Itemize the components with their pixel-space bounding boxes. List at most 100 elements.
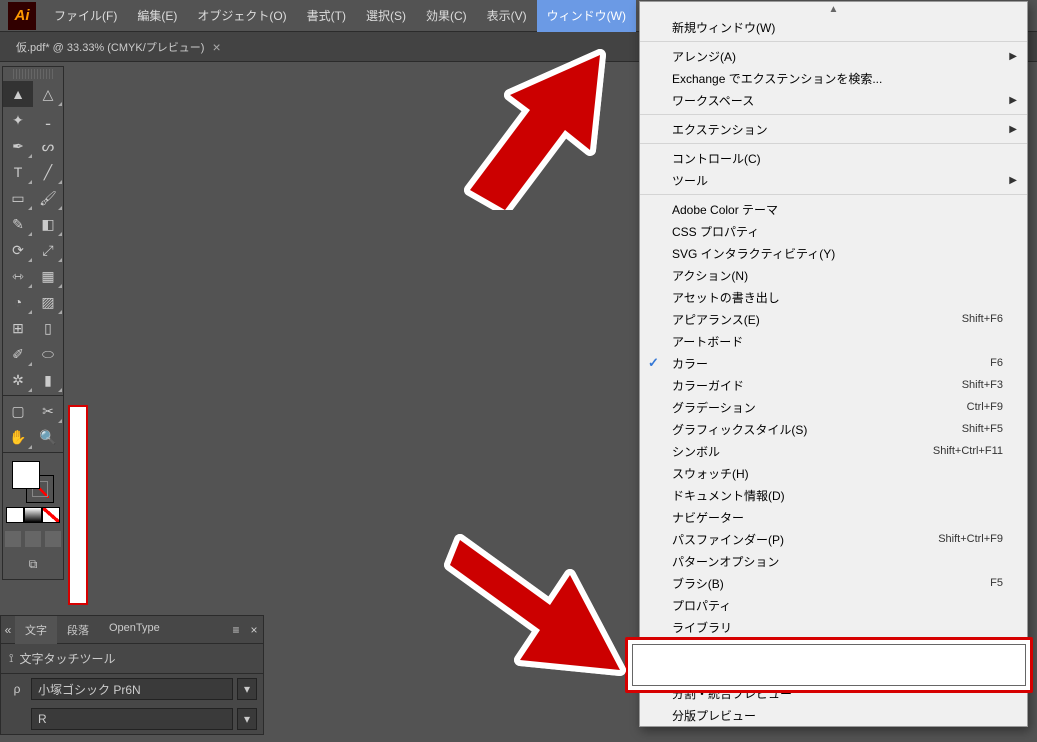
menu-item[interactable]: カラーガイドShift+F3 <box>640 374 1027 396</box>
menu-item[interactable]: ライブラリ <box>640 616 1027 638</box>
perspective-grid-tool[interactable]: ▨ <box>33 289 63 315</box>
canvas-highlight <box>68 405 88 605</box>
menu-item[interactable]: 分割・統合プレビュー <box>640 682 1027 704</box>
menu-item-label: Adobe Color テーマ <box>672 201 778 218</box>
menu-item[interactable]: CSS プロパティ <box>640 220 1027 242</box>
menu-item[interactable]: パスファインダー(P)Shift+Ctrl+F9 <box>640 528 1027 550</box>
menu-item[interactable]: アセットの書き出し <box>640 286 1027 308</box>
hand-tool[interactable]: ✋ <box>3 424 33 450</box>
mesh-tool[interactable]: ⊞ <box>3 315 33 341</box>
collapse-icon[interactable]: « <box>1 623 15 637</box>
slice-tool[interactable]: ✂ <box>33 398 63 424</box>
type-tool[interactable]: T <box>3 159 33 185</box>
menu-item-label: ナビゲーター <box>672 509 744 526</box>
menu-item[interactable]: 新規ウィンドウ(W) <box>640 16 1027 38</box>
eyedropper-tool[interactable]: ✐ <box>3 341 33 367</box>
fill-swatch[interactable] <box>12 461 40 489</box>
menu-item[interactable]: Exchange でエクステンションを検索... <box>640 67 1027 89</box>
magic-wand-tool[interactable]: ✦ <box>3 107 33 133</box>
menu-effect[interactable]: 効果(C) <box>416 0 477 32</box>
font-family-field[interactable]: 小塚ゴシック Pr6N <box>31 678 233 700</box>
search-icon: ρ <box>7 682 27 696</box>
pen-tool[interactable]: ✒ <box>3 133 33 159</box>
screen-mode[interactable]: ⧉ <box>18 553 48 575</box>
menu-item[interactable]: リンク(I)✓ <box>640 660 1027 682</box>
column-graph-tool[interactable]: ▮ <box>33 367 63 393</box>
font-style-field[interactable]: R <box>31 708 233 730</box>
symbol-sprayer-tool[interactable]: ✲ <box>3 367 33 393</box>
artboard-tool[interactable]: ▢ <box>3 398 33 424</box>
direct-selection-tool[interactable]: △ <box>33 81 63 107</box>
menu-item[interactable]: ラーニング <box>640 638 1027 660</box>
tab-opentype[interactable]: OpenType <box>99 616 170 644</box>
blend-tool[interactable]: ⬭ <box>33 341 63 367</box>
curvature-tool[interactable]: ᔕ <box>33 133 63 159</box>
font-family-dropdown[interactable]: ▾ <box>237 678 257 700</box>
lasso-tool[interactable]: ـ <box>33 107 63 133</box>
shaper-tool[interactable]: ✎ <box>3 211 33 237</box>
menu-item-label: リンク(I) <box>672 663 719 680</box>
menu-item-label: パターンオプション <box>672 553 779 570</box>
menu-item[interactable]: アクション(N) <box>640 264 1027 286</box>
tab-character[interactable]: 文字 <box>15 616 57 644</box>
panel-menu-icon[interactable]: ≡ <box>227 623 245 637</box>
menu-item[interactable]: ツール▶ <box>640 169 1027 191</box>
menu-object[interactable]: オブジェクト(O) <box>187 0 296 32</box>
width-tool[interactable]: ⇿ <box>3 263 33 289</box>
color-mode[interactable] <box>6 507 24 523</box>
draw-inside[interactable] <box>45 531 61 547</box>
zoom-tool[interactable]: 🔍 <box>33 424 63 450</box>
menu-item[interactable]: エクステンション▶ <box>640 118 1027 140</box>
menu-item[interactable]: SVG インタラクティビティ(Y) <box>640 242 1027 264</box>
menu-item[interactable]: アピアランス(E)Shift+F6 <box>640 308 1027 330</box>
menu-item[interactable]: ワークスペース▶ <box>640 89 1027 111</box>
menu-view[interactable]: 表示(V) <box>477 0 537 32</box>
submenu-arrow-icon: ▶ <box>1009 124 1017 135</box>
scroll-up-arrow[interactable]: ▲ <box>640 2 1027 16</box>
menu-item[interactable]: グラフィックスタイル(S)Shift+F5 <box>640 418 1027 440</box>
menu-item[interactable]: 分版プレビュー <box>640 704 1027 726</box>
menu-item[interactable]: アートボード <box>640 330 1027 352</box>
shape-builder-tool[interactable]: ◔ <box>3 289 33 315</box>
menu-item[interactable]: カラー✓F6 <box>640 352 1027 374</box>
panel-grip[interactable] <box>13 69 53 79</box>
menu-item[interactable]: アレンジ(A)▶ <box>640 45 1027 67</box>
menu-file[interactable]: ファイル(F) <box>44 0 127 32</box>
menu-item[interactable]: ブラシ(B)F5 <box>640 572 1027 594</box>
rectangle-tool[interactable]: ▭ <box>3 185 33 211</box>
free-transform-tool[interactable]: ▦ <box>33 263 63 289</box>
menu-item[interactable]: シンボルShift+Ctrl+F11 <box>640 440 1027 462</box>
menu-item[interactable]: プロパティ <box>640 594 1027 616</box>
gradient-tool[interactable]: ▯ <box>33 315 63 341</box>
menu-window[interactable]: ウィンドウ(W) <box>537 0 636 32</box>
menu-item[interactable]: スウォッチ(H) <box>640 462 1027 484</box>
menu-item[interactable]: コントロール(C) <box>640 147 1027 169</box>
menu-item[interactable]: ドキュメント情報(D) <box>640 484 1027 506</box>
font-style-dropdown[interactable]: ▾ <box>237 708 257 730</box>
scale-tool[interactable]: ⤢ <box>33 237 63 263</box>
menu-item[interactable]: Adobe Color テーマ <box>640 198 1027 220</box>
paintbrush-tool[interactable]: 🖌 <box>33 185 63 211</box>
menu-item[interactable]: ナビゲーター <box>640 506 1027 528</box>
rotate-tool[interactable]: ⟳ <box>3 237 33 263</box>
fill-stroke-swatch[interactable] <box>12 461 54 503</box>
tab-paragraph[interactable]: 段落 <box>57 616 99 644</box>
eraser-tool[interactable]: ◧ <box>33 211 63 237</box>
line-tool[interactable]: ╱ <box>33 159 63 185</box>
shortcut-label: Ctrl+F9 <box>967 401 1003 413</box>
document-tab[interactable]: 仮.pdf* @ 33.33% (CMYK/プレビュー) × <box>8 32 229 62</box>
close-icon[interactable]: × <box>212 39 220 55</box>
touch-type-tool[interactable]: ⟟ 文字タッチツール <box>1 644 263 674</box>
gradient-mode[interactable] <box>24 507 42 523</box>
menu-edit[interactable]: 編集(E) <box>127 0 187 32</box>
panel-close-icon[interactable]: × <box>245 623 263 637</box>
selection-tool[interactable]: ▲ <box>3 81 33 107</box>
none-mode[interactable] <box>42 507 60 523</box>
menu-select[interactable]: 選択(S) <box>356 0 416 32</box>
menu-item-label: ワークスペース <box>672 92 754 109</box>
menu-item[interactable]: グラデーションCtrl+F9 <box>640 396 1027 418</box>
menu-type[interactable]: 書式(T) <box>297 0 356 32</box>
draw-normal[interactable] <box>5 531 21 547</box>
draw-behind[interactable] <box>25 531 41 547</box>
menu-item[interactable]: パターンオプション <box>640 550 1027 572</box>
